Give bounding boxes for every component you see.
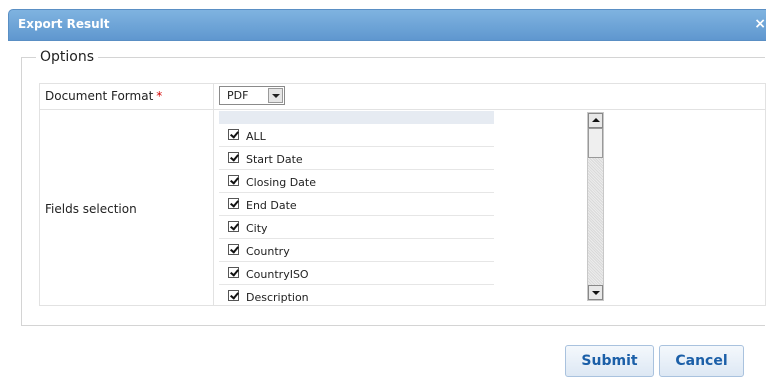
field-item-closing-date[interactable]: Closing Date — [219, 170, 494, 193]
field-item-label: Country — [246, 245, 290, 258]
field-item-label: ALL — [246, 130, 266, 143]
dialog-title: Export Result — [18, 17, 110, 31]
field-item-description[interactable]: Description — [219, 285, 494, 304]
document-format-select[interactable]: PDF — [219, 86, 285, 105]
field-item-start-date[interactable]: Start Date — [219, 147, 494, 170]
field-item-end-date[interactable]: End Date — [219, 193, 494, 216]
field-item-label: Closing Date — [246, 176, 316, 189]
checkbox-checked-icon[interactable] — [228, 175, 239, 186]
close-icon[interactable]: × — [754, 16, 766, 32]
field-item-label: Description — [246, 291, 309, 304]
fields-list-scrollbar[interactable] — [587, 112, 604, 301]
checkbox-checked-icon[interactable] — [228, 221, 239, 232]
field-item-city[interactable]: City — [219, 216, 494, 239]
chevron-down-icon[interactable] — [268, 88, 283, 103]
document-format-label-text: Document Format — [45, 89, 154, 103]
fields-selection-label: Fields selection — [45, 202, 137, 216]
checkbox-checked-icon[interactable] — [228, 152, 239, 163]
field-item-countryiso[interactable]: CountryISO — [219, 262, 494, 285]
fields-list-header — [219, 111, 494, 124]
scrollbar-thumb[interactable] — [588, 128, 603, 158]
field-item-label: City — [246, 222, 268, 235]
submit-button[interactable]: Submit — [565, 345, 654, 377]
cancel-button[interactable]: Cancel — [659, 345, 744, 377]
document-format-value: PDF — [227, 89, 249, 102]
document-format-label: Document Format * — [45, 89, 162, 103]
checkbox-checked-icon[interactable] — [228, 244, 239, 255]
scroll-down-icon[interactable] — [588, 285, 603, 300]
checkbox-checked-icon[interactable] — [228, 267, 239, 278]
field-item-label: CountryISO — [246, 268, 309, 281]
checkbox-checked-icon[interactable] — [228, 198, 239, 209]
fields-list[interactable]: ALL Start Date Closing Date End Date Cit… — [219, 111, 494, 304]
options-legend: Options — [40, 49, 95, 65]
field-item-country[interactable]: Country — [219, 239, 494, 262]
field-item-label: End Date — [246, 199, 297, 212]
field-item-all[interactable]: ALL — [219, 124, 494, 147]
column-divider — [213, 83, 214, 306]
scroll-up-icon[interactable] — [588, 113, 603, 128]
required-marker: * — [156, 89, 163, 103]
field-item-label: Start Date — [246, 153, 303, 166]
checkbox-checked-icon[interactable] — [228, 290, 239, 301]
checkbox-checked-icon[interactable] — [228, 129, 239, 140]
dialog-titlebar[interactable]: Export Result × — [8, 9, 766, 41]
